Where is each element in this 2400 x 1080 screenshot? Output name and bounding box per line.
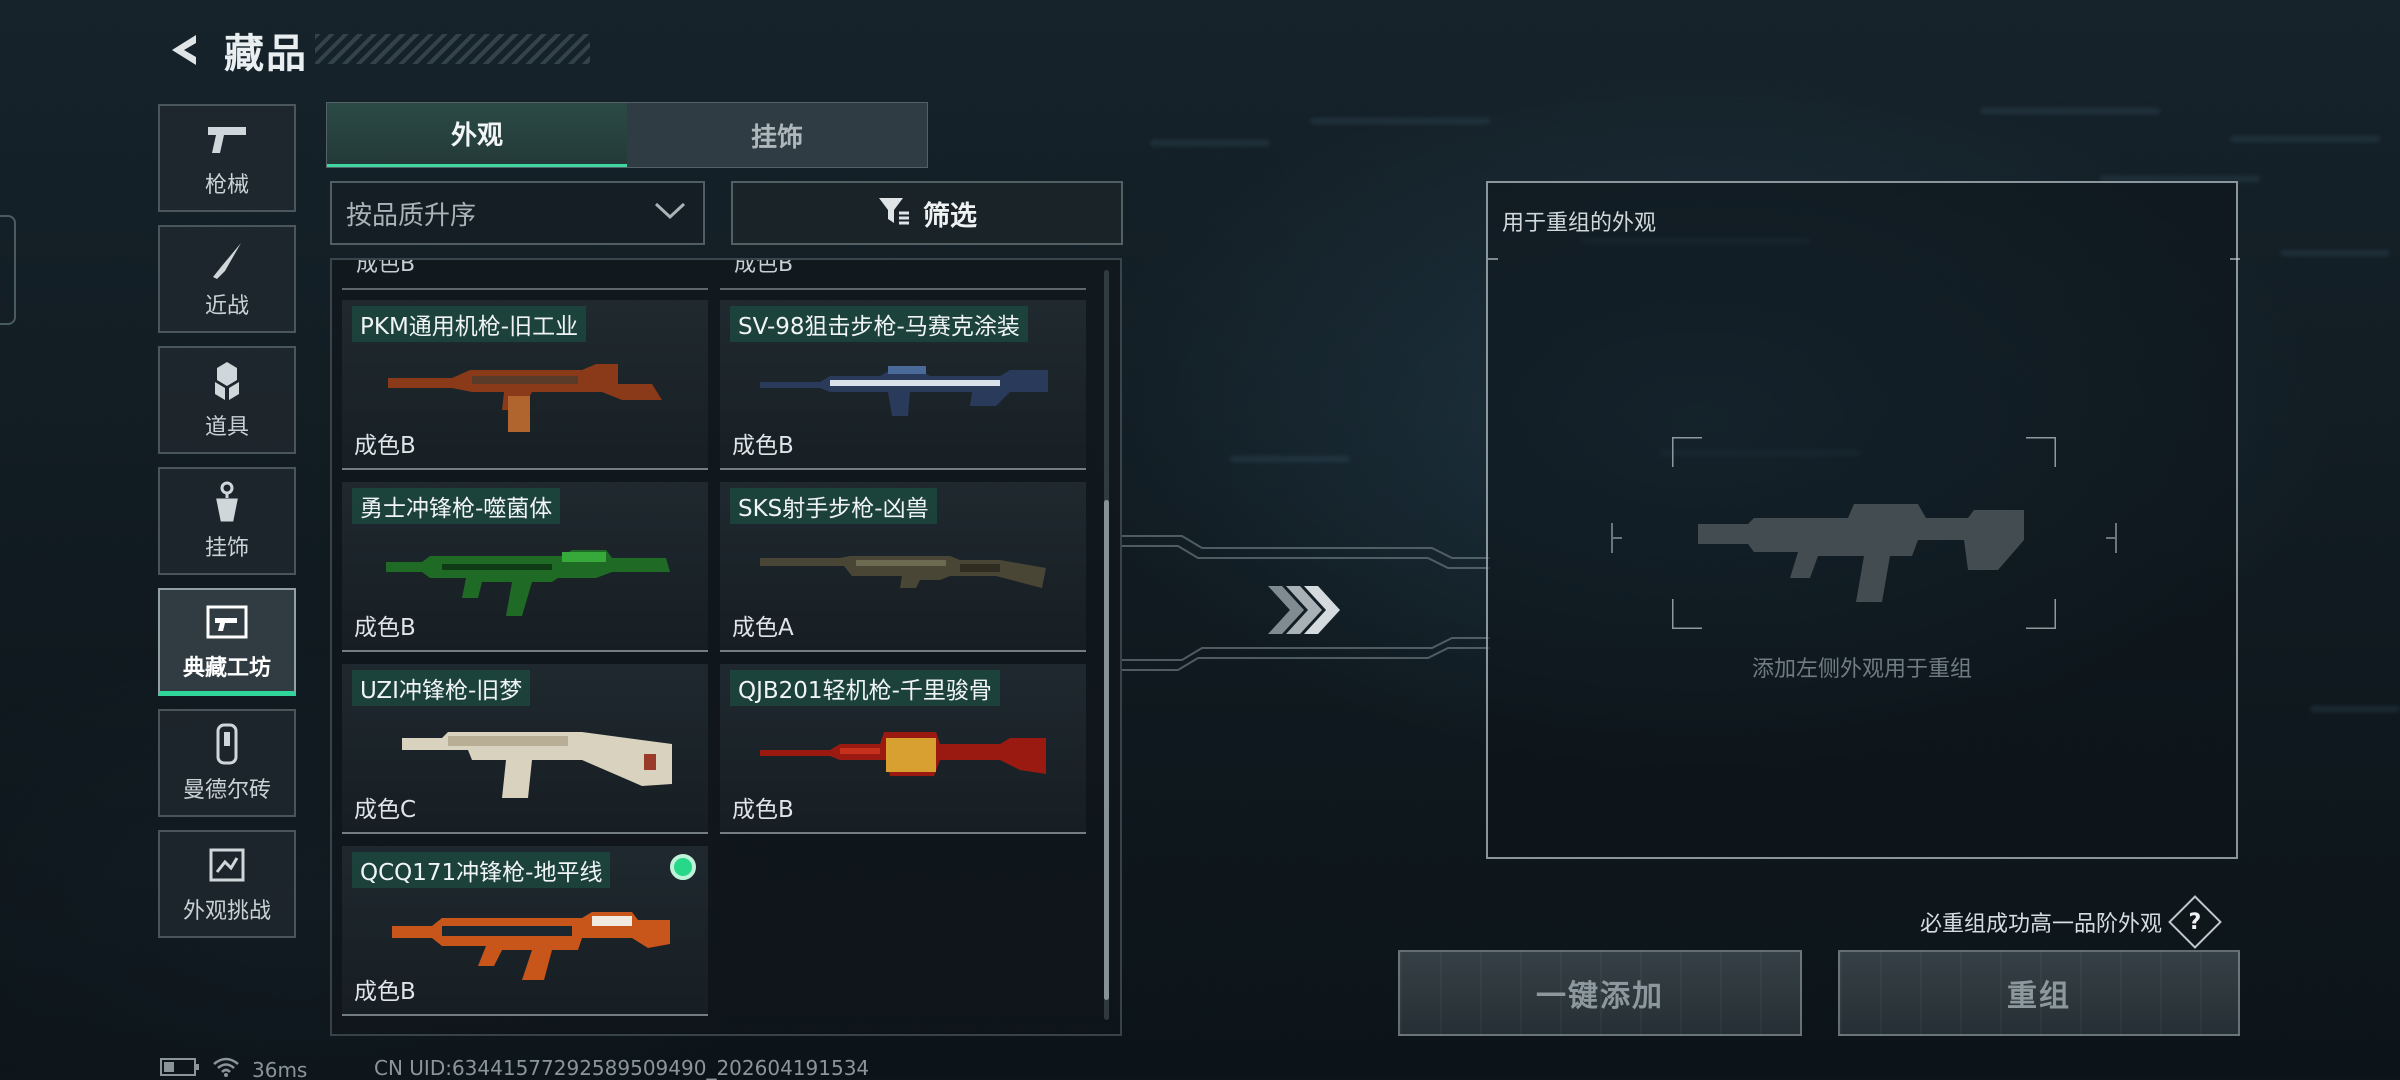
sidebar-item-melee[interactable]: 近战 — [158, 225, 296, 333]
uid-readout: CN UID:6344157729258950949​0_20260419153… — [374, 1056, 870, 1080]
knife-icon — [207, 238, 247, 282]
filter-button[interactable]: 筛选 — [731, 181, 1123, 245]
grade-label: 成色B — [732, 797, 794, 823]
add-all-button-label: 一键添加 — [1536, 979, 1664, 1014]
compact-smg-image — [392, 912, 670, 980]
page-header: 藏品 — [160, 22, 308, 78]
category-sidebar: 枪械 近战 道具 挂饰 典藏工坊 曼德尔砖 外观挑战 — [158, 104, 296, 951]
sidebar-item-label: 挂饰 — [204, 536, 249, 561]
chevron-down-icon — [653, 201, 687, 225]
list-scrollbar[interactable] — [1104, 270, 1109, 1020]
skin-card[interactable]: SKS射手步枪-凶兽 成色A — [720, 482, 1086, 652]
wifi-icon — [212, 1056, 240, 1080]
back-arrow-icon[interactable] — [160, 27, 206, 73]
recombine-button[interactable]: 重组 — [1838, 950, 2240, 1036]
skin-card[interactable]: 勇士冲锋枪-噬菌体 成色B — [342, 482, 708, 652]
grenade-icon — [207, 359, 247, 403]
grade-label: 成色A — [732, 615, 794, 641]
skin-name: SKS射手步枪-凶兽 — [730, 488, 937, 524]
sidebar-item-label: 枪械 — [204, 173, 249, 198]
skin-name: QCQ171冲锋枪-地平线 — [352, 852, 611, 888]
skin-name: QJB201轻机枪-千里骏骨 — [730, 670, 1000, 706]
skin-name: 勇士冲锋枪-噬菌体 — [352, 488, 561, 524]
grade-label: 成色B — [354, 979, 416, 1005]
sidebar-item-label: 近战 — [204, 294, 249, 319]
help-icon[interactable]: ? — [2168, 895, 2222, 949]
grade-label: 成色B — [356, 258, 416, 277]
sidebar-item-label: 曼德尔砖 — [182, 778, 271, 803]
sidebar-item-label: 典藏工坊 — [182, 655, 271, 681]
filter-button-label: 筛选 — [923, 200, 977, 232]
skin-card[interactable]: QJB201轻机枪-千里骏骨 成色B — [720, 664, 1086, 834]
mandel-brick-icon — [213, 722, 241, 766]
sidebar-item-challenge[interactable]: 外观挑战 — [158, 830, 296, 938]
grade-label: 成色B — [734, 258, 794, 277]
add-all-button[interactable]: 一键添加 — [1398, 950, 1802, 1036]
transfer-arrow-icon — [1266, 580, 1342, 644]
challenge-icon — [207, 843, 247, 887]
battery-icon — [160, 1057, 200, 1080]
sort-dropdown[interactable]: 按品质升序 — [330, 181, 705, 245]
rifle-silhouette-icon — [1698, 504, 2024, 602]
screen-edge-marker — [0, 215, 16, 325]
skin-card[interactable]: PKM通用机枪-旧工业 成色B — [342, 300, 708, 470]
uzi-image — [402, 732, 672, 798]
page-title: 藏品 — [224, 31, 308, 77]
header-stripe-decoration — [315, 34, 590, 64]
skin-name: UZI冲锋枪-旧梦 — [352, 670, 531, 706]
grade-label: 成色B — [732, 433, 794, 459]
recombine-hint: 添加左侧外观用于重组 — [1751, 657, 1972, 682]
sidebar-item-workshop[interactable]: 典藏工坊 — [158, 588, 296, 696]
skin-card[interactable]: UZI冲锋枪-旧梦 成色C — [342, 664, 708, 834]
selected-indicator-icon — [670, 854, 696, 880]
sidebar-item-items[interactable]: 道具 — [158, 346, 296, 454]
smg-image — [386, 550, 670, 616]
skin-card[interactable]: SV-98狙击步枪-马赛克涂装 成色B — [720, 300, 1086, 470]
tab-bar: 外观 挂饰 — [326, 102, 928, 168]
sniper-rifle-image — [760, 366, 1048, 416]
status-bar: 36ms — [160, 1056, 307, 1080]
skin-list[interactable]: 成色B 成色B PKM通用机枪-旧工业 成色B SV-98狙击步枪-马赛克涂装 … — [330, 258, 1122, 1036]
sidebar-item-label: 外观挑战 — [182, 899, 271, 924]
guarantee-note: 必重组成功高一品阶外观 ? — [1920, 895, 2222, 949]
filter-icon — [877, 195, 911, 231]
tab-charms[interactable]: 挂饰 — [627, 103, 927, 167]
grade-label: 成色B — [354, 615, 416, 641]
tab-skins[interactable]: 外观 — [327, 103, 627, 167]
sidebar-item-mandel-brick[interactable]: 曼德尔砖 — [158, 709, 296, 817]
list-item-peek: 成色B — [342, 260, 708, 290]
sidebar-item-label: 道具 — [204, 415, 249, 440]
skin-name: PKM通用机枪-旧工业 — [352, 306, 587, 342]
sidebar-item-charms[interactable]: 挂饰 — [158, 467, 296, 575]
ping-readout: 36ms — [252, 1057, 308, 1080]
skin-name: SV-98狙击步枪-马赛克涂装 — [730, 306, 1028, 342]
list-item-peek: 成色B — [720, 260, 1086, 290]
skin-card-selected[interactable]: QCQ171冲锋枪-地平线 成色B — [342, 846, 708, 1016]
scrollbar-thumb[interactable] — [1104, 500, 1109, 1000]
guarantee-text: 必重组成功高一品阶外观 — [1920, 912, 2163, 937]
pistol-icon — [204, 117, 250, 161]
recombine-button-label: 重组 — [2007, 979, 2071, 1014]
rifle-image — [760, 556, 1046, 588]
charm-icon — [210, 480, 244, 524]
grade-label: 成色B — [354, 433, 416, 459]
workshop-icon — [205, 600, 249, 644]
sort-dropdown-label: 按品质升序 — [346, 200, 477, 231]
sidebar-item-guns[interactable]: 枪械 — [158, 104, 296, 212]
machine-gun-image — [388, 364, 662, 432]
grade-label: 成色C — [354, 797, 417, 823]
light-machine-gun-image — [760, 732, 1046, 776]
recombine-panel: 用于重组的外观 添加左侧外观用于重组 — [1486, 181, 2240, 859]
